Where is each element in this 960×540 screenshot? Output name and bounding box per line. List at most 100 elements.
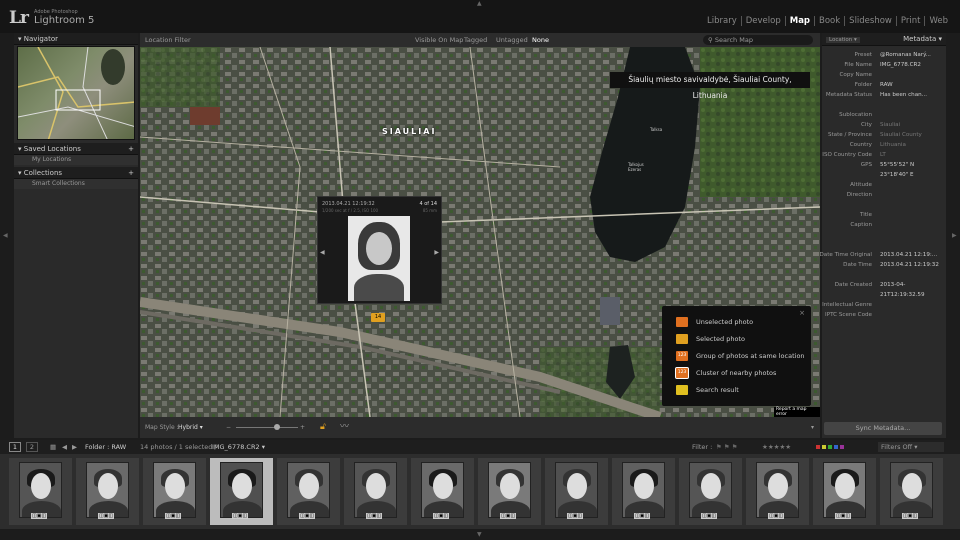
filmstrip-thumbnail[interactable]: ◫▣◫	[143, 458, 206, 525]
metadata-value[interactable]: RAW	[880, 80, 940, 90]
module-slideshow[interactable]: Slideshow	[844, 16, 896, 26]
filmstrip-thumbnail[interactable]: ◫▣◫	[9, 458, 72, 525]
metadata-row: Preset @Romanas Narý...	[822, 50, 946, 60]
metadata-value[interactable]: Lithuania	[880, 140, 940, 150]
metadata-value[interactable]: LT	[880, 150, 940, 160]
collection-item[interactable]: Smart Collections	[14, 179, 138, 189]
rating-filter-stars[interactable]: ★★★★★	[762, 440, 791, 454]
legend-row: Search result	[676, 384, 739, 396]
filmstrip-thumbnail[interactable]: ◫▣◫	[277, 458, 340, 525]
navigator-map-graphic	[18, 47, 134, 139]
module-print[interactable]: Print	[895, 16, 925, 26]
metadata-value[interactable]: 23°18'40" E	[880, 170, 940, 180]
collections-title: Collections	[23, 169, 63, 177]
module-map[interactable]: Map	[784, 16, 814, 26]
color-filter-swatches[interactable]	[816, 445, 844, 449]
map-style-dropdown[interactable]: Hybrid ▾	[178, 417, 203, 438]
saved-location-item[interactable]: My Locations	[14, 155, 138, 165]
close-icon[interactable]: ×	[799, 309, 805, 317]
folder-source[interactable]: Folder : RAW	[85, 440, 126, 454]
zoom-slider[interactable]	[236, 427, 298, 428]
toolbar-menu-icon[interactable]: ▾	[811, 417, 814, 438]
popup-next-icon[interactable]: ▶	[434, 249, 439, 256]
back-arrow-icon[interactable]: ◀	[62, 440, 67, 454]
filmstrip-thumbnail[interactable]: ◫▣◫	[411, 458, 474, 525]
collections-header[interactable]: ▾ Collections +	[14, 167, 138, 179]
module-library[interactable]: Library	[703, 16, 741, 26]
filmstrip-thumbnail[interactable]: ◫▣◫	[612, 458, 675, 525]
zoom-out-icon[interactable]: −	[226, 417, 231, 438]
top-bar: Lr Adobe Photoshop Lightroom 5 Library D…	[0, 0, 960, 33]
secondary-window-1-button[interactable]: 1	[9, 442, 21, 452]
metadata-value[interactable]: 55°55'52" N	[880, 160, 940, 170]
filters-dropdown[interactable]: Filters Off ▾	[878, 442, 944, 452]
metadata-row: IPTC Scene Code	[822, 310, 946, 320]
navigator-title: Navigator	[23, 35, 59, 43]
filmstrip-thumbnail[interactable]: ◫▣◫	[746, 458, 809, 525]
filmstrip-thumbnail[interactable]: ◫▣◫	[880, 458, 943, 525]
filter-untagged[interactable]: Untagged	[496, 33, 528, 47]
selected-file[interactable]: IMG_6778.CR2 ▾	[212, 440, 265, 454]
secondary-window-2-button[interactable]: 2	[26, 442, 38, 452]
metadata-label: Country	[849, 142, 872, 148]
module-book[interactable]: Book	[814, 16, 844, 26]
filmstrip-thumbnail[interactable]: ◫▣◫	[76, 458, 139, 525]
filmstrip-thumbnail[interactable]: ◫▣◫	[210, 458, 273, 525]
filter-none[interactable]: None	[532, 33, 549, 47]
metadata-title[interactable]: Metadata ▾	[903, 33, 942, 45]
right-panel-toggle-icon[interactable]: ▶	[952, 232, 957, 239]
metadata-value[interactable]: IMG_6778.CR2	[880, 60, 940, 70]
metadata-value[interactable]: Siauliai County	[880, 130, 940, 140]
search-map-field[interactable]: ⚲ Search Map	[703, 35, 813, 45]
city-label: SIAULIAI	[382, 127, 437, 136]
map-style-value: Hybrid	[178, 424, 198, 431]
add-collection-icon[interactable]: +	[128, 167, 134, 179]
metadata-value[interactable]: @Romanas Narý...	[880, 50, 940, 60]
flag-filter-icons[interactable]: ⚑ ⚑ ⚑	[716, 440, 738, 454]
left-panel-toggle-icon[interactable]: ◀	[3, 232, 8, 239]
filmstrip: ◫▣◫ ◫▣◫ ◫▣◫ ◫▣◫ ◫▣◫ ◫▣◫ ◫▣◫ ◫▣◫ ◫▣◫ ◫▣◫ ◫▣◫ ◫▣◫ ◫▣◫ ◫…	[0, 454, 960, 529]
metadata-row: Intellectual Genre	[822, 300, 946, 310]
lock-icon[interactable]: 🔓︎	[320, 417, 326, 438]
photo-subject-face	[835, 473, 855, 499]
filmstrip-thumbnail[interactable]: ◫▣◫	[344, 458, 407, 525]
search-result-icon	[676, 385, 688, 395]
popup-prev-icon[interactable]: ◀	[320, 249, 325, 256]
photo-subject-face	[768, 473, 788, 499]
module-web[interactable]: Web	[924, 16, 952, 26]
legend-row: 123 Cluster of nearby photos	[675, 367, 776, 379]
tracklog-icon[interactable]: 〰	[340, 417, 349, 438]
report-map-error-link[interactable]: Report a map error	[774, 407, 820, 417]
saved-locations-header[interactable]: ▾ Saved Locations +	[14, 143, 138, 155]
filter-visible-on-map[interactable]: Visible On Map	[415, 33, 463, 47]
module-develop[interactable]: Develop	[740, 16, 785, 26]
forward-arrow-icon[interactable]: ▶	[72, 440, 77, 454]
filmstrip-thumbnail[interactable]: ◫▣◫	[813, 458, 876, 525]
bottom-panel-toggle-icon[interactable]: ▼	[477, 531, 482, 538]
add-location-icon[interactable]: +	[128, 143, 134, 155]
photo-group-marker[interactable]: 14	[371, 313, 385, 322]
filter-tagged[interactable]: Tagged	[464, 33, 487, 47]
saved-locations-title: Saved Locations	[23, 145, 81, 153]
metadata-value[interactable]: 2013.04.21 12:19:...	[880, 250, 940, 260]
sync-metadata-button[interactable]: Sync Metadata...	[824, 422, 942, 435]
filmstrip-thumbnail[interactable]: ◫▣◫	[679, 458, 742, 525]
metadata-row: GPS 55°55'52" N	[822, 160, 946, 170]
zoom-in-icon[interactable]: +	[300, 417, 305, 438]
popup-photo[interactable]	[348, 216, 410, 301]
grid-view-icon[interactable]: ▦	[50, 440, 56, 454]
filmstrip-thumbnail[interactable]: ◫▣◫	[545, 458, 608, 525]
zoom-slider-handle[interactable]	[274, 424, 280, 430]
metadata-value[interactable]: Has been chan...	[880, 90, 940, 100]
filmstrip-thumbnail[interactable]: ◫▣◫	[478, 458, 541, 525]
metadata-value[interactable]: 21T12:19:32.59	[880, 290, 940, 300]
metadata-value[interactable]: Siauliai	[880, 120, 940, 130]
metadata-value[interactable]: 2013.04.21 12:19:32	[880, 260, 940, 270]
top-panel-toggle-icon[interactable]: ▲	[477, 0, 482, 7]
metadata-label: Folder	[854, 82, 872, 88]
metadata-value[interactable]: 2013-04-	[880, 280, 940, 290]
navigator-map[interactable]	[17, 46, 135, 140]
metadata-row: Sublocation	[822, 110, 946, 120]
location-preset-dropdown[interactable]: Location ▾	[826, 37, 860, 43]
navigator-header[interactable]: ▾ Navigator	[14, 33, 138, 45]
